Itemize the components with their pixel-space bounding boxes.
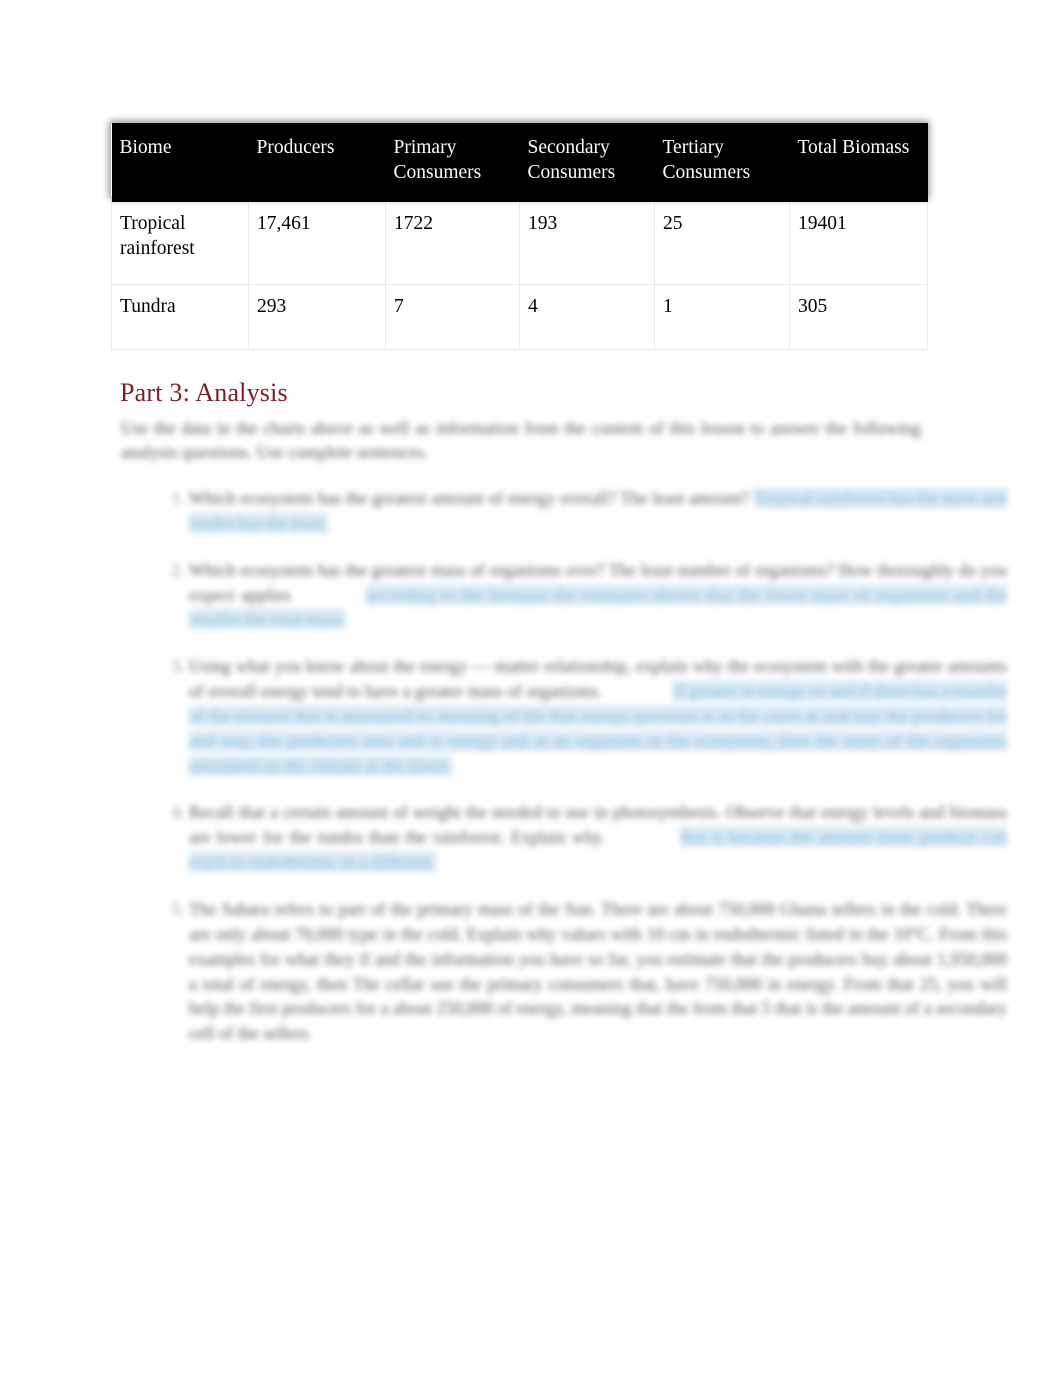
column-header-biome: Biome <box>111 123 249 202</box>
question-text: The Sahara refers to part of the primary… <box>189 898 1007 1044</box>
cell-producers: 17,461 <box>248 201 386 285</box>
cell-total-biomass: 19401 <box>789 201 928 285</box>
table-row: Tundra 293 7 4 1 305 <box>111 284 928 350</box>
cell-primary-consumers: 1722 <box>385 201 520 285</box>
cell-secondary-consumers: 193 <box>519 201 655 285</box>
analysis-intro-paragraph: Use the data in the charts above as well… <box>121 418 921 463</box>
analysis-questions-list: Which ecosystem has the greatest amount … <box>121 486 1008 1068</box>
page-title: Part 3: Analysis <box>120 378 288 407</box>
cell-tertiary-consumers: 25 <box>654 201 790 285</box>
column-header-secondary-consumers: Secondary Consumers <box>519 123 655 202</box>
document-page: Biome Producers Primary Consumers Second… <box>0 0 1062 1376</box>
column-header-total-biomass: Total Biomass <box>789 123 928 202</box>
column-header-primary-consumers: Primary Consumers <box>385 123 520 202</box>
table-row: Tropical rainforest 17,461 1722 193 25 1… <box>111 201 928 285</box>
cell-producers: 293 <box>248 284 386 350</box>
cell-total-biomass: 305 <box>789 284 928 350</box>
cell-secondary-consumers: 4 <box>519 284 655 350</box>
table-header-row-group: Biome Producers Primary Consumers Second… <box>111 123 928 202</box>
question-text: Which ecosystem has the greatest amount … <box>189 488 750 508</box>
list-item: The Sahara refers to part of the primary… <box>189 897 1007 1046</box>
cell-primary-consumers: 7 <box>385 284 520 350</box>
table-header-row: Biome Producers Primary Consumers Second… <box>111 123 928 202</box>
list-item: Which ecosystem has the greatest amount … <box>189 486 1007 536</box>
answer-text[interactable]: according to the biomass the estimates s… <box>189 584 1008 630</box>
column-header-tertiary-consumers: Tertiary Consumers <box>654 123 790 202</box>
column-header-producers: Producers <box>248 123 386 202</box>
cell-tertiary-consumers: 1 <box>654 284 790 350</box>
list-item: Which ecosystem has the greatest mass of… <box>189 558 1008 633</box>
cell-biome: Tropical rainforest <box>111 201 249 285</box>
table-body: Tropical rainforest 17,461 1722 193 25 1… <box>111 201 928 350</box>
cell-biome: Tundra <box>111 284 249 350</box>
list-item: Using what you know about the energy — m… <box>189 654 1008 778</box>
biomass-data-table-container: Biome Producers Primary Consumers Second… <box>111 123 928 350</box>
biomass-data-table: Biome Producers Primary Consumers Second… <box>111 123 928 350</box>
list-item: Recall that a certain amount of weight t… <box>189 800 1008 875</box>
